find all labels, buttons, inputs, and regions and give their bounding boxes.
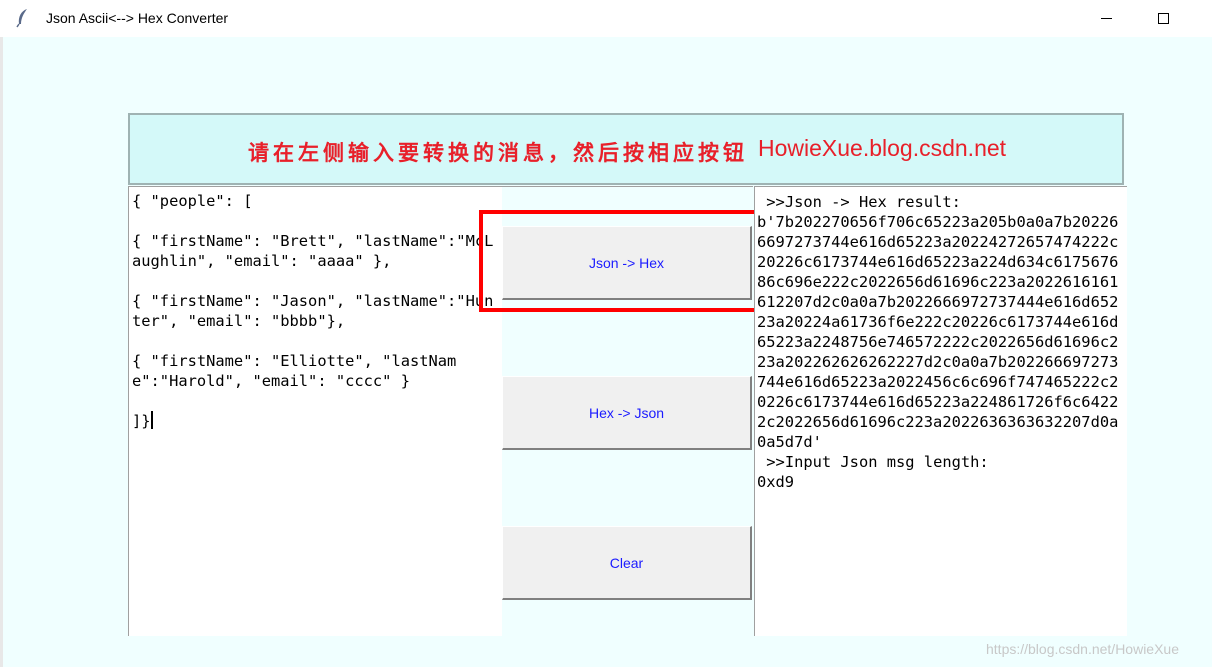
clear-button[interactable]: Clear — [502, 526, 752, 600]
maximize-button[interactable] — [1140, 0, 1186, 37]
watermark: https://blog.csdn.net/HowieXue — [986, 641, 1180, 657]
input-text: { "people": [ { "firstName": "Brett", "l… — [132, 192, 494, 430]
window-left-edge — [0, 37, 3, 667]
length-header: >>Input Json msg length: — [757, 453, 989, 471]
text-cursor — [150, 411, 153, 429]
result-output-textarea[interactable]: >>Json -> Hex result: b'7b202270656f706c… — [754, 186, 1127, 636]
window-title: Json Ascii<--> Hex Converter — [46, 10, 229, 26]
banner-instruction: 请在左侧输入要转换的消息，然后按相应按钮 — [248, 140, 748, 165]
hex-result-value: b'7b202270656f706c65223a205b0a0a7b202266… — [757, 213, 1119, 451]
feather-icon — [14, 8, 32, 28]
hex-result-header: >>Json -> Hex result: — [757, 193, 961, 211]
length-value: 0xd9 — [757, 473, 795, 491]
banner-url: HowieXue.blog.csdn.net — [758, 135, 1007, 161]
json-input-textarea[interactable]: { "people": [ { "firstName": "Brett", "l… — [128, 186, 502, 636]
hex-to-json-button[interactable]: Hex -> Json — [502, 376, 752, 450]
minimize-button[interactable] — [1083, 0, 1129, 37]
instruction-banner: 请在左侧输入要转换的消息，然后按相应按钮 HowieXue.blog.csdn.… — [128, 113, 1124, 185]
title-bar: Json Ascii<--> Hex Converter — [0, 0, 1212, 37]
json-to-hex-button[interactable]: Json -> Hex — [502, 226, 752, 300]
